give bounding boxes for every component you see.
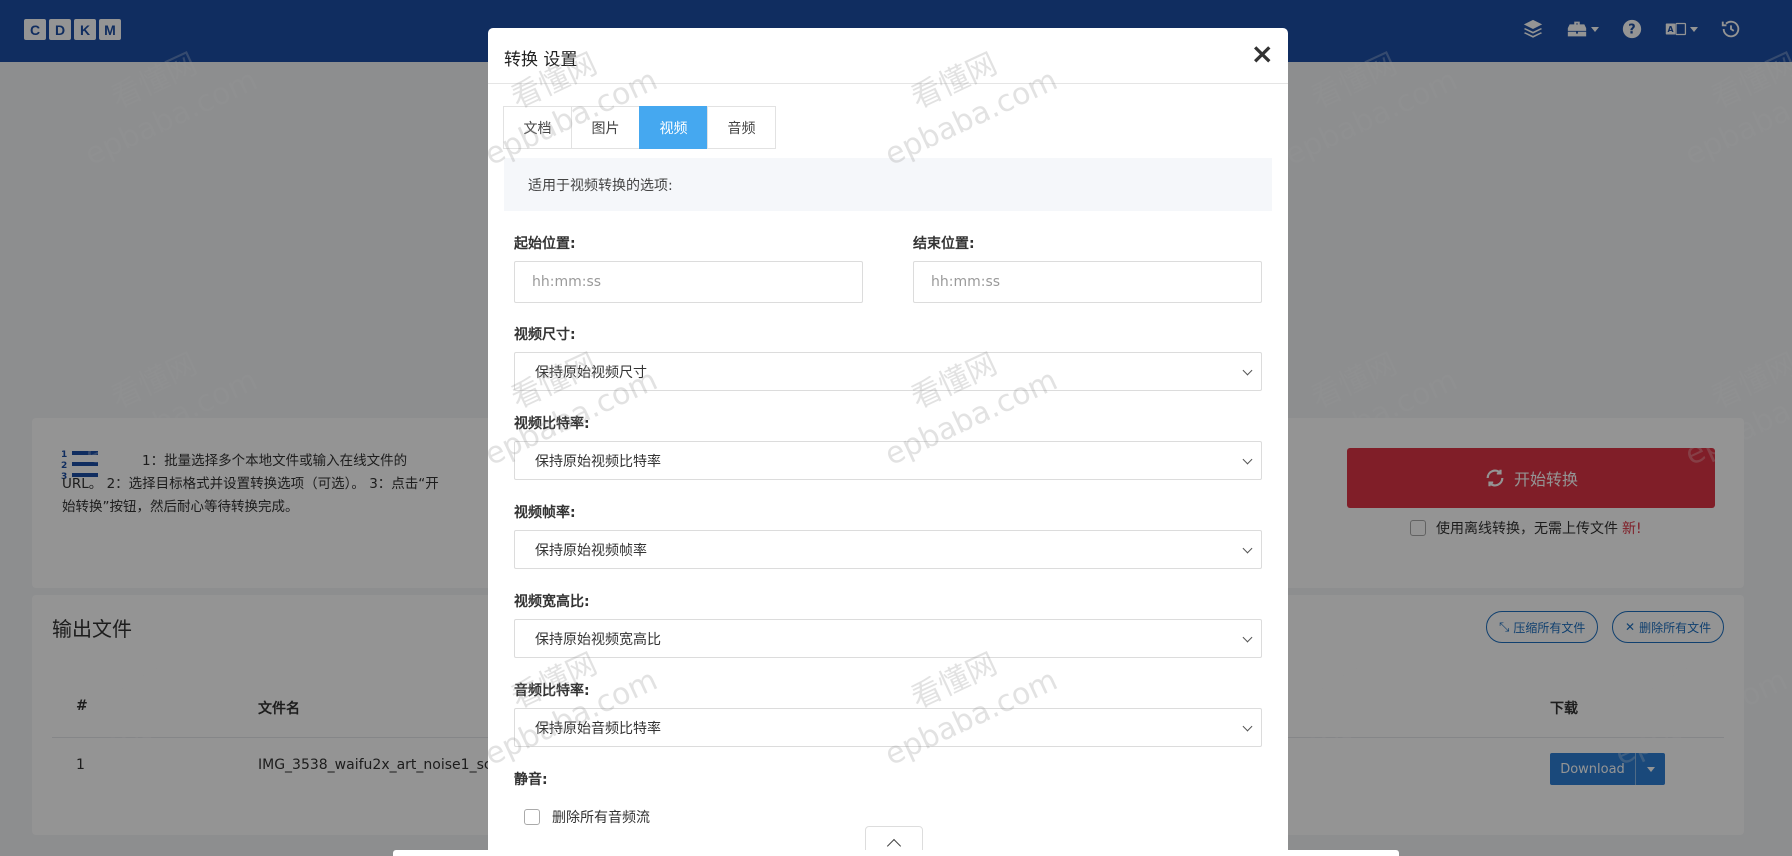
audio-bitrate-label: 音频比特率: [514,683,590,699]
start-position-input[interactable]: hh:mm:ss [514,261,863,303]
video-size-value: 保持原始视频尺寸 [535,364,647,381]
modal-title: 转换 设置 [504,50,578,70]
chevron-down-icon [1242,454,1253,465]
chevron-down-icon [1242,721,1253,732]
chevron-down-icon [1242,543,1253,554]
video-bitrate-value: 保持原始视频比特率 [535,453,661,470]
end-position-label: 结束位置: [913,236,975,252]
tab-audio[interactable]: 音频 [707,106,776,149]
remove-audio-label: 删除所有音频流 [552,810,650,826]
video-aspect-label: 视频宽高比: [514,594,590,610]
chevron-down-icon [1242,632,1253,643]
video-options-info: 适用于视频转换的选项: [504,158,1272,211]
end-position-input[interactable]: hh:mm:ss [913,261,1262,303]
video-fps-value: 保持原始视频帧率 [535,542,647,559]
video-fps-label: 视频帧率: [514,505,576,521]
video-size-select[interactable]: 保持原始视频尺寸 [514,352,1262,391]
video-aspect-value: 保持原始视频宽高比 [535,631,661,648]
mute-option: 删除所有音频流 [524,807,650,827]
chevron-down-icon [1242,365,1253,376]
mute-label: 静音: [514,772,548,788]
remove-audio-checkbox[interactable] [524,809,540,825]
close-button[interactable]: × [1251,40,1274,68]
bottom-panel-edge [393,850,1399,856]
video-aspect-select[interactable]: 保持原始视频宽高比 [514,619,1262,658]
modal-header: 转换 设置 × [488,28,1288,84]
format-tabs: 文档 图片 视频 音频 [503,106,776,149]
video-bitrate-label: 视频比特率: [514,416,590,432]
audio-bitrate-select[interactable]: 保持原始音频比特率 [514,708,1262,747]
video-size-label: 视频尺寸: [514,327,576,343]
video-fps-select[interactable]: 保持原始视频帧率 [514,530,1262,569]
tab-image[interactable]: 图片 [571,106,640,149]
audio-bitrate-value: 保持原始音频比特率 [535,720,661,737]
video-bitrate-select[interactable]: 保持原始视频比特率 [514,441,1262,480]
tab-document[interactable]: 文档 [503,106,572,149]
start-position-label: 起始位置: [514,236,576,252]
tab-video[interactable]: 视频 [639,106,708,149]
convert-settings-modal: 转换 设置 × 文档 图片 视频 音频 适用于视频转换的选项: 起始位置: hh… [488,28,1288,856]
